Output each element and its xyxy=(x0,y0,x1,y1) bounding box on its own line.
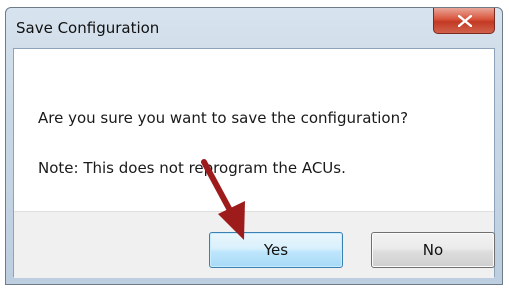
dialog-titlebar[interactable]: Save Configuration xyxy=(6,8,502,48)
dialog-title: Save Configuration xyxy=(16,19,160,37)
dialog-button-bar: Yes No xyxy=(14,211,495,278)
save-configuration-dialog: Save Configuration Are you sure you want… xyxy=(5,7,503,285)
close-x-icon xyxy=(458,15,472,27)
dialog-client-area: Are you sure you want to save the config… xyxy=(13,48,495,278)
no-button[interactable]: No xyxy=(371,232,495,268)
close-button[interactable] xyxy=(433,8,495,34)
note-message: Note: This does not reprogram the ACUs. xyxy=(38,159,346,177)
confirmation-message: Are you sure you want to save the config… xyxy=(38,109,409,127)
yes-button[interactable]: Yes xyxy=(209,232,343,268)
screenshot-canvas: Save Configuration Are you sure you want… xyxy=(0,0,509,291)
